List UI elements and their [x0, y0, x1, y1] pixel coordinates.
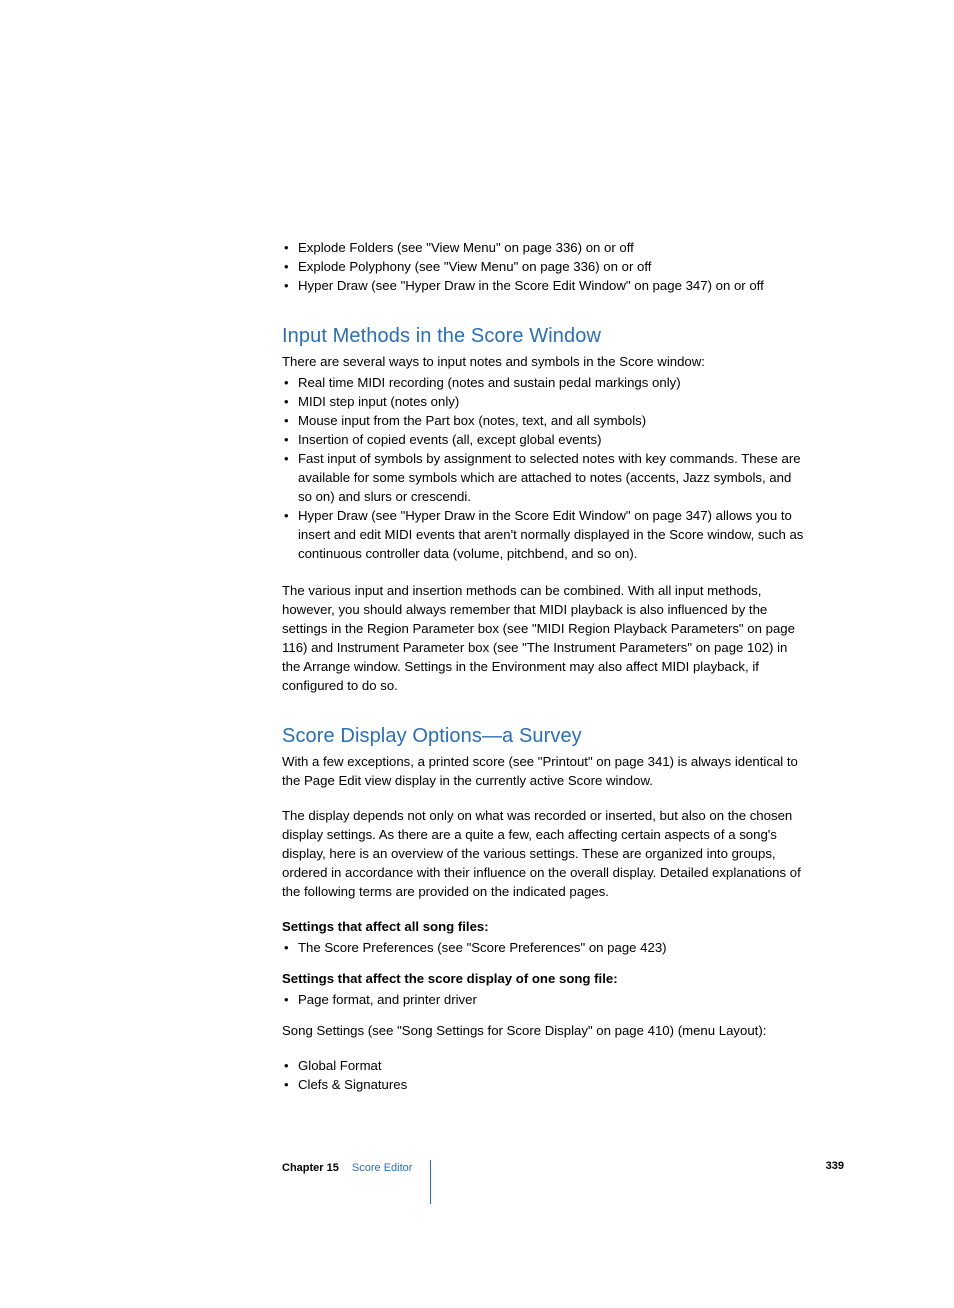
section-heading-input-methods: Input Methods in the Score Window	[282, 325, 804, 348]
list-item: Fast input of symbols by assignment to s…	[282, 449, 804, 506]
section-paragraph: Song Settings (see "Song Settings for Sc…	[282, 1021, 804, 1040]
footer-left: Chapter 15 Score Editor	[282, 1160, 431, 1204]
list-item: Clefs & Signatures	[282, 1075, 804, 1094]
section-intro: There are several ways to input notes an…	[282, 352, 804, 371]
list-item: Page format, and printer driver	[282, 990, 804, 1009]
section-paragraph: With a few exceptions, a printed score (…	[282, 752, 804, 790]
section-paragraph: The various input and insertion methods …	[282, 581, 804, 695]
chapter-name: Score Editor	[352, 1162, 413, 1174]
chapter-label: Chapter 15	[282, 1162, 339, 1174]
song-settings-list: Global Format Clefs & Signatures	[282, 1056, 804, 1094]
list-item: Hyper Draw (see "Hyper Draw in the Score…	[282, 506, 804, 563]
list-item: Hyper Draw (see "Hyper Draw in the Score…	[282, 276, 804, 295]
input-methods-list: Real time MIDI recording (notes and sust…	[282, 373, 804, 563]
list-item: The Score Preferences (see "Score Prefer…	[282, 938, 804, 957]
page-number: 339	[826, 1160, 844, 1172]
top-bullet-list: Explode Folders (see "View Menu" on page…	[282, 238, 804, 295]
list-item: Global Format	[282, 1056, 804, 1075]
list-item: MIDI step input (notes only)	[282, 392, 804, 411]
document-page: Explode Folders (see "View Menu" on page…	[0, 0, 954, 1308]
settings-all-songs-list: The Score Preferences (see "Score Prefer…	[282, 938, 804, 957]
list-item: Explode Folders (see "View Menu" on page…	[282, 238, 804, 257]
bold-subheading: Settings that affect the score display o…	[282, 969, 804, 988]
section-paragraph: The display depends not only on what was…	[282, 806, 804, 901]
list-item: Mouse input from the Part box (notes, te…	[282, 411, 804, 430]
settings-one-song-list: Page format, and printer driver	[282, 990, 804, 1009]
list-item: Real time MIDI recording (notes and sust…	[282, 373, 804, 392]
section-heading-score-display: Score Display Options—a Survey	[282, 725, 804, 748]
list-item: Explode Polyphony (see "View Menu" on pa…	[282, 257, 804, 276]
page-footer: Chapter 15 Score Editor 339	[282, 1158, 844, 1188]
bold-subheading: Settings that affect all song files:	[282, 917, 804, 936]
list-item: Insertion of copied events (all, except …	[282, 430, 804, 449]
